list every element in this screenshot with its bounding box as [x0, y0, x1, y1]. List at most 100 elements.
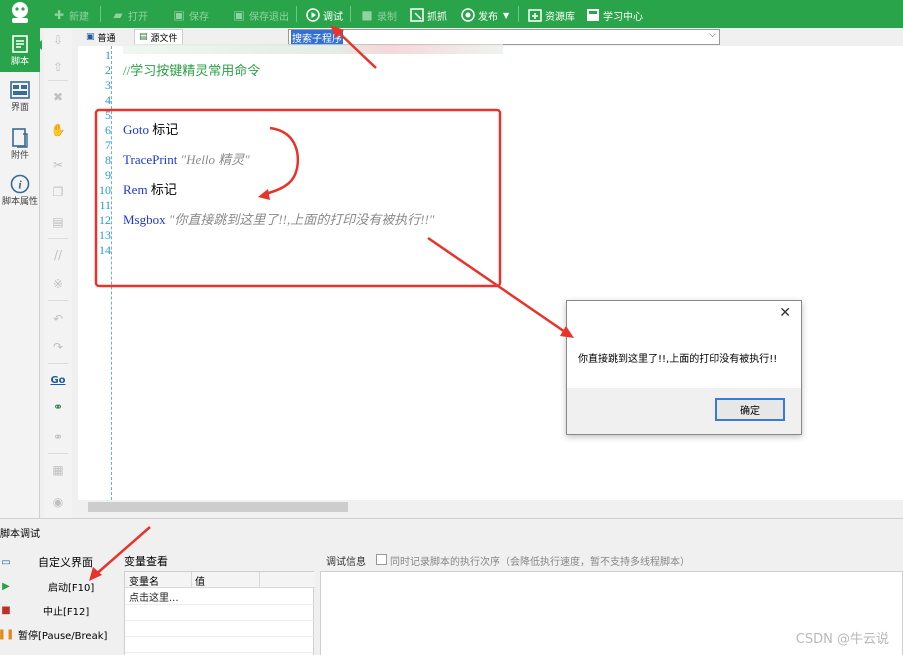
code-line-comment: //学习按键精灵常用命令 [123, 63, 261, 78]
uncomment-icon[interactable]: ※ [49, 275, 67, 293]
line-number: 8 [105, 153, 111, 167]
line-number: 9 [105, 168, 111, 182]
line-number: 12 [99, 213, 111, 227]
editor-horizontal-scrollbar[interactable] [78, 500, 903, 514]
form-icon[interactable]: ▦ [49, 461, 67, 479]
pause-icon: ❚❚ [0, 628, 15, 640]
variable-watch-table[interactable]: 变量名 值 点击这里... [124, 571, 315, 655]
code-argument: 标记 [147, 182, 177, 197]
code-keyword: Goto [123, 122, 149, 137]
save-icon: ▣ [173, 8, 185, 22]
custom-ui-button[interactable]: ▭ 自定义界面 [0, 551, 120, 573]
save-button[interactable]: ▣ 保存 [172, 5, 209, 25]
comment-icon[interactable]: // [49, 246, 67, 264]
goto-icon[interactable]: Go [49, 371, 67, 389]
tab-normal[interactable]: ▣ 普通 [82, 29, 120, 45]
variable-add-cell[interactable]: 点击这里... [129, 589, 179, 604]
dialog-footer: 确定 [567, 388, 801, 434]
attachment-icon [10, 127, 30, 148]
save-exit-button[interactable]: ▣ 保存退出 [232, 5, 289, 25]
code-line-rem: Rem 标记 [123, 182, 177, 197]
replace-icon[interactable]: ⚭ [49, 428, 67, 446]
publish-button[interactable]: 发布 ▼ [461, 5, 509, 25]
grab-button[interactable]: 抓抓 [410, 5, 447, 25]
variable-table-header: 变量名 值 [125, 572, 315, 588]
paste-icon[interactable]: ▤ [49, 213, 67, 231]
cut-icon[interactable]: ✂ [49, 156, 67, 174]
column-header: 变量名 [129, 577, 159, 588]
line-number: 10 [99, 183, 111, 197]
debug-button[interactable]: 调试 [306, 5, 343, 25]
column-divider [191, 572, 192, 588]
move-down-icon[interactable]: ⇩ [49, 31, 67, 49]
ok-button[interactable]: 确定 [715, 398, 785, 421]
tool-divider [48, 238, 68, 239]
resource-icon [528, 8, 542, 22]
preview-icon[interactable]: ◉ [49, 493, 67, 511]
nav-item-attachment[interactable]: 附件 [0, 122, 40, 166]
tool-divider [48, 300, 68, 301]
toolbar-divider [518, 6, 519, 22]
tool-divider [48, 363, 68, 364]
custom-ui-icon: ▭ [1, 556, 11, 568]
collapse-arrow-icon[interactable] [36, 40, 42, 50]
stop-button[interactable]: ■ 中止[F12] [0, 599, 120, 621]
layout-icon [10, 80, 30, 100]
debug-panel-title: 脚本调试 [0, 529, 40, 540]
delete-icon[interactable]: ✖ [49, 88, 67, 106]
new-button[interactable]: ✚ 新建 [52, 5, 89, 25]
line-number: 6 [105, 123, 111, 137]
resource-library-button[interactable]: 资源库 [528, 5, 575, 25]
stop-icon: ■ [1, 604, 11, 616]
nav-item-layout[interactable]: 界面 [0, 74, 40, 118]
copy-icon[interactable]: ❐ [49, 183, 67, 201]
grab-icon [410, 8, 424, 22]
line-number: 4 [105, 93, 111, 107]
column-header: 值 [195, 577, 205, 588]
undo-icon[interactable]: ↶ [49, 310, 67, 328]
record-order-checkbox[interactable] [376, 554, 387, 565]
tab-source-file[interactable]: ▤ 源文件 [134, 29, 183, 45]
watermark: CSDN @牛云说 [795, 632, 889, 647]
move-up-icon[interactable]: ⇧ [49, 58, 67, 76]
learn-icon [586, 8, 600, 22]
tool-divider [48, 453, 68, 454]
chevron-down-icon[interactable]: ⌵ [709, 30, 716, 40]
start-button[interactable]: ▶ 启动[F10] [0, 575, 120, 597]
code-keyword: Rem [123, 182, 148, 197]
svg-text:i: i [18, 177, 22, 191]
scrollbar-thumb[interactable] [88, 502, 348, 512]
close-icon[interactable]: ✕ [779, 305, 791, 321]
record-button[interactable]: ■ 录制 [360, 5, 397, 25]
row-divider [125, 636, 315, 637]
redo-icon[interactable]: ↷ [49, 338, 67, 356]
line-number: 13 [99, 228, 111, 242]
nav-item-script[interactable]: 脚本 [0, 28, 40, 72]
code-string: "你直接跳到这里了!!,上面的打印没有被执行!!" [165, 212, 435, 227]
tool-divider [48, 80, 68, 81]
record-order-label: 同时记录脚本的执行次序（会降低执行速度，暂不支持多线程脚本） [390, 557, 690, 568]
pause-button[interactable]: ❚❚ 暂停[Pause/Break] [0, 623, 120, 645]
normal-view-icon: ▣ [86, 32, 95, 42]
row-divider [125, 620, 315, 621]
line-number-gutter: 1 2 3 4 5 6 7 8 9 10 11 12 13 14 [78, 46, 111, 500]
code-string: "Hello 精灵" [177, 152, 250, 167]
toolbar-divider [100, 6, 101, 22]
line-number: 2 [105, 63, 111, 77]
gutter-divider [111, 46, 112, 500]
subroutine-search-select[interactable]: 搜索子程序 ⌵ [288, 29, 720, 45]
publish-icon [461, 8, 475, 22]
toolbar-divider [296, 6, 297, 22]
open-button[interactable]: ▰ 打开 [111, 5, 148, 25]
learning-center-button[interactable]: 学习中心 [586, 5, 643, 25]
play-icon [306, 8, 320, 22]
app-logo-icon [12, 2, 28, 23]
info-icon: i [10, 174, 30, 194]
find-icon[interactable]: ⚭ [49, 398, 67, 416]
line-number: 3 [105, 78, 111, 92]
folder-icon: ▰ [113, 8, 123, 22]
hand-icon[interactable]: ✋ [49, 121, 67, 139]
nav-item-script-properties[interactable]: i 脚本属性 [0, 168, 40, 212]
row-divider [125, 652, 315, 653]
code-keyword: TracePrint [123, 152, 178, 167]
